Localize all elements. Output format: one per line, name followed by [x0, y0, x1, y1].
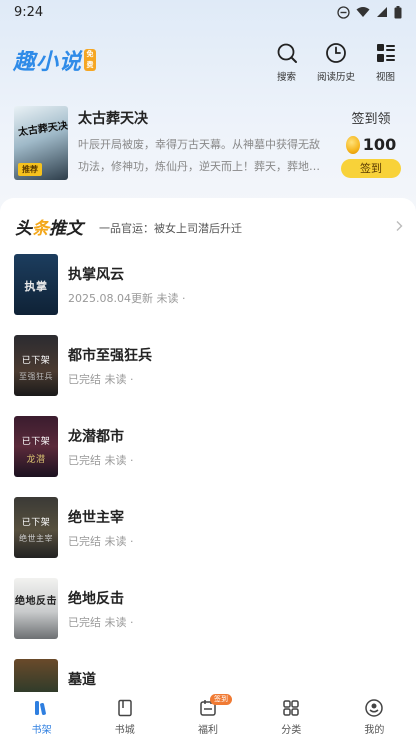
- book-item[interactable]: 已下架 至强狂兵 都市至强狂兵 已完结 未读 ·: [14, 335, 404, 397]
- headline-title-accent: 条: [32, 219, 49, 239]
- app-header: 趣小说 免费 搜索 阅读历史 视图: [0, 36, 416, 84]
- status-icons: [337, 5, 402, 19]
- view-label: 视图: [375, 72, 395, 83]
- book-item[interactable]: 已下架 绝世主宰 绝世主宰 已完结 未读 ·: [14, 497, 404, 559]
- book-title: 墓道: [68, 672, 96, 688]
- headline-title: 头条推文: [15, 214, 83, 239]
- chevron-right-icon: [396, 221, 403, 231]
- book-item[interactable]: 绝地反击 绝地反击 已完结 未读 ·: [14, 578, 404, 640]
- history-button[interactable]: 阅读历史: [313, 42, 359, 83]
- tab-label: 书城: [114, 725, 135, 736]
- book-title: 绝地反击: [68, 591, 124, 607]
- featured-book-description: 叶辰开局被废，幸得万古天幕。从神墓中获得无敌功法，修神功，炼仙丹，逆天而上！葬天…: [78, 138, 320, 173]
- category-grid-icon: [283, 700, 299, 716]
- bottom-tab-bar: 书架 书城 签到 福利 分类 我的: [0, 692, 416, 739]
- content-panel: 头条推文 一品官运：被女上司潜后升迁 执掌 执掌风云 2025.08.04更新 …: [0, 198, 416, 698]
- cover-text: 绝地反击: [15, 596, 57, 607]
- history-label: 阅读历史: [316, 72, 355, 83]
- book-meta: 已完结 未读 ·: [68, 616, 134, 629]
- cover-text: 龙潜: [26, 455, 46, 465]
- tab-mine[interactable]: 我的: [333, 692, 416, 739]
- book-item[interactable]: 已下架 龙潜 龙潜都市 已完结 未读 ·: [14, 416, 404, 478]
- headline-title-post: 推文: [49, 219, 83, 239]
- book-title: 执掌风云: [68, 267, 124, 283]
- book-meta: 已完结 未读 ·: [68, 373, 134, 386]
- book-title: 龙潜都市: [68, 429, 124, 445]
- cover-text: 至强狂兵: [19, 372, 53, 381]
- tab-bookshelf[interactable]: 书架: [0, 692, 83, 739]
- bookshelf-icon: [34, 701, 46, 716]
- logo-text: 趣小说: [13, 50, 83, 75]
- recommend-badge: 推荐: [18, 163, 42, 176]
- search-icon: [277, 43, 297, 63]
- search-button[interactable]: 搜索: [264, 42, 309, 83]
- headline-section[interactable]: 头条推文 一品官运：被女上司潜后升迁: [15, 214, 405, 239]
- profile-icon: [365, 699, 384, 717]
- book-meta: 已完结 未读 ·: [68, 535, 134, 548]
- featured-book-cover: 太古葬天决 推荐: [14, 106, 68, 180]
- signin-widget: 签到领 100 签到: [340, 108, 402, 178]
- signal-icon: [377, 7, 387, 17]
- wifi-icon: [356, 7, 370, 17]
- delisted-label: 已下架: [21, 356, 51, 366]
- tab-welfare[interactable]: 签到 福利: [166, 692, 249, 739]
- book-item[interactable]: 执掌 执掌风云 2025.08.04更新 未读 ·: [14, 254, 404, 316]
- book-cover: 绝地反击: [14, 578, 58, 639]
- book-icon: [118, 699, 132, 717]
- book-cover: 执掌: [14, 254, 58, 315]
- tab-bookstore[interactable]: 书城: [83, 692, 166, 739]
- battery-icon: [394, 5, 402, 18]
- coin-amount: 100: [362, 135, 397, 154]
- tab-category[interactable]: 分类: [250, 692, 333, 739]
- do-not-disturb-icon: [337, 5, 350, 19]
- logo-badge: 免费: [84, 49, 97, 71]
- cover-text: 执掌: [24, 280, 48, 293]
- headline-subtitle: 一品官运：被女上司潜后升迁: [99, 222, 242, 235]
- top-actions: 搜索 阅读历史 视图: [264, 42, 408, 83]
- book-meta: 2025.08.04更新 未读 ·: [68, 292, 186, 305]
- app-logo: 趣小说 免费: [13, 46, 97, 75]
- coin-reward: 100: [340, 135, 402, 154]
- delisted-label: 已下架: [21, 437, 51, 447]
- search-label: 搜索: [276, 72, 296, 83]
- book-cover: 已下架 至强狂兵: [14, 335, 58, 396]
- status-bar: 9:24: [0, 0, 416, 24]
- delisted-label: 已下架: [21, 518, 51, 528]
- book-title: 都市至强狂兵: [68, 348, 152, 364]
- view-button[interactable]: 视图: [363, 42, 408, 83]
- book-cover: 已下架 绝世主宰: [14, 497, 58, 558]
- tab-label: 我的: [364, 725, 385, 736]
- signin-label: 签到领: [351, 112, 391, 127]
- tab-label: 书架: [31, 725, 52, 736]
- featured-cover-title: 太古葬天决: [17, 120, 68, 139]
- tab-label: 分类: [281, 725, 302, 736]
- grid-view-icon: [376, 44, 395, 62]
- tab-label: 福利: [198, 725, 218, 736]
- featured-book-title: 太古葬天决: [78, 111, 148, 127]
- coin-icon: [345, 135, 360, 154]
- clock-icon: [326, 43, 346, 63]
- cover-text: 绝世主宰: [19, 534, 53, 543]
- book-title: 绝世主宰: [68, 510, 124, 526]
- featured-book[interactable]: 太古葬天决 推荐 太古葬天决 叶辰开局被废，幸得万古天幕。从神墓中获得无敌功法，…: [14, 106, 402, 180]
- signin-badge: 签到: [210, 694, 232, 705]
- book-meta: 已完结 未读 ·: [68, 454, 134, 467]
- headline-title-pre: 头: [15, 219, 32, 239]
- signin-button[interactable]: 签到: [341, 159, 401, 178]
- book-cover: 已下架 龙潜: [14, 416, 58, 477]
- status-time: 9:24: [14, 4, 44, 20]
